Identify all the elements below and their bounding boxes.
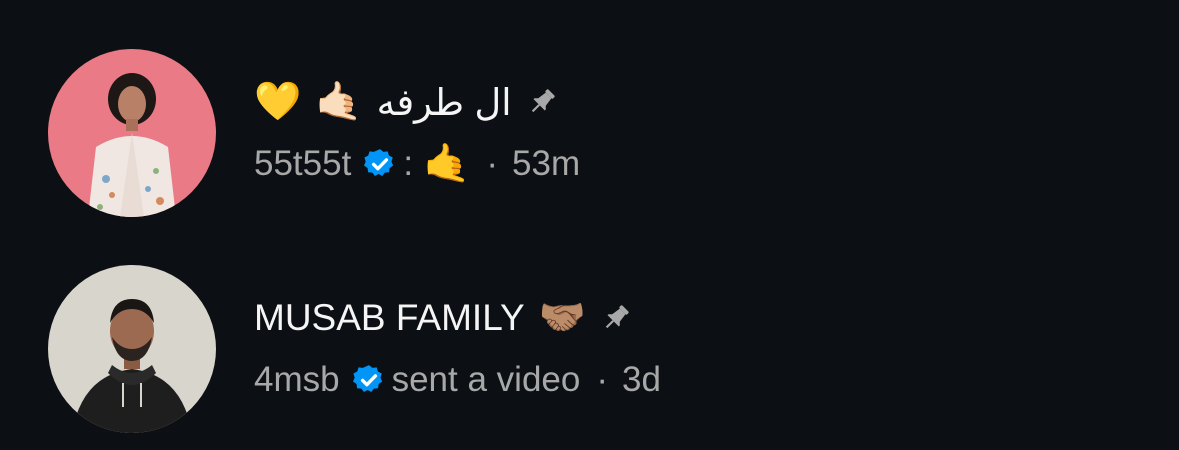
separator-dot: · — [486, 144, 499, 183]
avatar[interactable] — [48, 265, 216, 433]
title-emoji-heart: 💛 — [254, 81, 302, 123]
conversation-name: ال طرفه — [376, 81, 512, 123]
username: 55t55t — [254, 144, 352, 183]
pin-icon — [600, 302, 632, 334]
conversation-row[interactable]: MUSAB FAMILY 🤝🏽 4msb sent a video · 3d — [0, 250, 1179, 450]
message-preview: 🤙 — [423, 143, 471, 185]
separator-dot: · — [596, 360, 608, 399]
timestamp: 53m — [512, 144, 581, 183]
avatar[interactable] — [48, 49, 216, 217]
preview-prefix: : — [403, 144, 414, 183]
conversation-title: MUSAB FAMILY 🤝🏽 — [254, 288, 632, 348]
message-preview: sent a video — [391, 360, 581, 399]
verified-badge-icon — [363, 147, 397, 181]
conversation-row[interactable]: 💛 🤙🏻 ال طرفه 55t55t : 🤙 · 53m — [0, 34, 1179, 234]
conversation-preview: 4msb sent a video · 3d — [254, 354, 661, 406]
verified-badge-icon — [352, 363, 386, 397]
conversation-preview: 55t55t : 🤙 · 53m — [254, 138, 580, 190]
conversation-name: MUSAB FAMILY — [254, 297, 525, 338]
timestamp: 3d — [622, 360, 661, 399]
conversation-title: 💛 🤙🏻 ال طرفه — [254, 72, 558, 132]
username: 4msb — [254, 360, 340, 399]
title-emoji-handshake: 🤝🏽 — [538, 297, 587, 339]
title-emoji-hand: 🤙🏻 — [315, 81, 363, 123]
pin-icon — [526, 86, 558, 118]
